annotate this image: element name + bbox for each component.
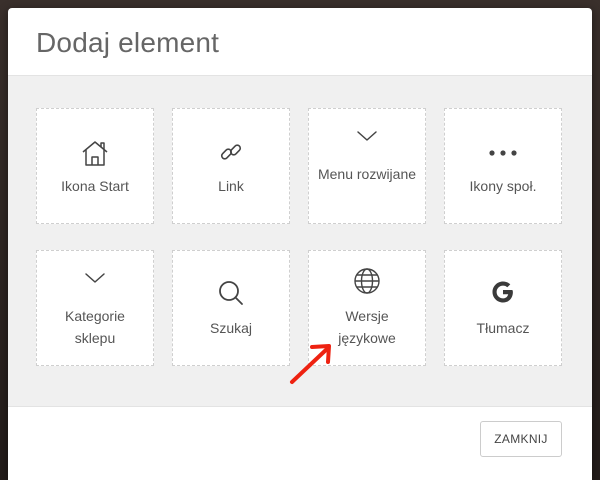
tile-shop-categories[interactable]: Kategorie sklepu xyxy=(36,250,154,366)
tile-label: Ikony społ. xyxy=(469,178,537,194)
tile-label: Kategorie sklepu xyxy=(65,308,125,346)
tile-dropdown-menu[interactable]: Menu rozwijane xyxy=(308,108,426,224)
home-icon xyxy=(37,139,153,172)
link-icon xyxy=(173,139,289,170)
tile-label: Ikona Start xyxy=(61,178,129,194)
tile-label: Tłumacz xyxy=(476,320,530,336)
add-element-dialog: Dodaj element Ikona Start Link Menu rozw… xyxy=(8,8,592,480)
tile-link[interactable]: Link xyxy=(172,108,290,224)
dialog-header: Dodaj element xyxy=(8,8,592,76)
chevron-down-icon xyxy=(37,271,153,290)
tile-label: Menu rozwijane xyxy=(317,166,417,182)
dialog-footer: ZAMKNIJ xyxy=(8,406,592,480)
chevron-down-icon xyxy=(309,129,425,148)
tile-label: Link xyxy=(218,178,244,194)
tile-translator[interactable]: Tłumacz xyxy=(444,250,562,366)
arrow-up-right-icon xyxy=(282,330,342,390)
tile-home[interactable]: Ikona Start xyxy=(36,108,154,224)
more-horizontal-icon xyxy=(445,145,561,163)
google-g-icon xyxy=(445,279,561,310)
globe-icon xyxy=(309,267,425,300)
tile-search[interactable]: Szukaj xyxy=(172,250,290,366)
search-icon xyxy=(173,279,289,312)
close-button[interactable]: ZAMKNIJ xyxy=(480,421,562,457)
tile-label: Szukaj xyxy=(209,320,253,336)
dialog-title: Dodaj element xyxy=(36,27,220,58)
tile-social-icons[interactable]: Ikony społ. xyxy=(444,108,562,224)
